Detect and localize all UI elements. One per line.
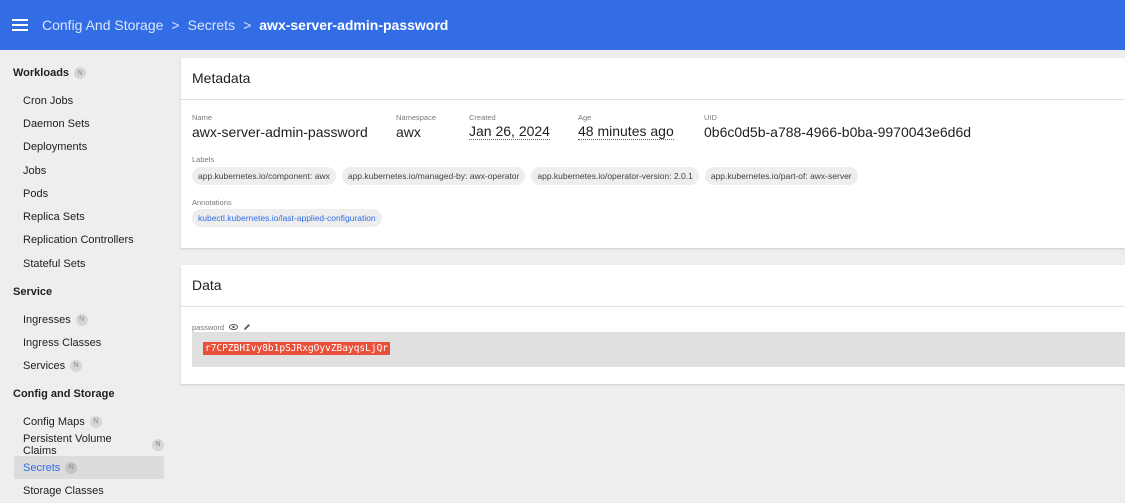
new-badge: N [70,359,83,372]
sidebar-item-replica-sets[interactable]: Replica Sets [14,205,164,228]
namespace-label: Namespace [396,113,437,122]
label-chip: app.kubernetes.io/operator-version: 2.0.… [531,167,699,185]
sidebar-item-label: Ingresses [23,313,71,326]
nav-section-config-and-storage[interactable]: Config and Storage [13,388,114,400]
sidebar-item-label: Replication Controllers [23,233,134,246]
age-label: Age [578,113,592,122]
sidebar-item-label: Jobs [23,164,47,177]
uid-label: UID [704,113,717,122]
top-bar: Config And Storage > Secrets > awx-serve… [0,0,1125,50]
edit-pencil-icon[interactable] [242,322,252,332]
namespace-value: awx [396,124,421,140]
data-card: Data password r7CPZBHIvy8b1pSJRxgOyvZBay… [181,265,1125,384]
password-value[interactable]: r7CPZBHIvy8b1pSJRxgOyvZBayqsLjQr [203,342,391,355]
breadcrumb-config-and-storage[interactable]: Config And Storage [42,17,163,33]
new-badge: N [74,67,87,79]
sidebar-item-config-maps[interactable]: Config Maps N [14,410,164,433]
sidebar-item-jobs[interactable]: Jobs [14,159,164,182]
password-value-box: r7CPZBHIvy8b1pSJRxgOyvZBayqsLjQr [192,332,1125,367]
breadcrumb-secrets[interactable]: Secrets [188,17,235,33]
sidebar-item-deployments[interactable]: Deployments [14,135,164,158]
sidebar-item-label: Secrets [23,461,61,474]
annotations-chip-row: kubectl.kubernetes.io/last-applied-confi… [192,209,382,227]
divider [181,306,1125,307]
hamburger-menu-icon[interactable] [12,19,28,31]
new-badge: N [89,415,102,428]
sidebar-item-label: Daemon Sets [23,117,90,130]
nav-section-workloads[interactable]: Workloads N [13,67,87,79]
breadcrumb-separator: > [171,17,180,33]
labels-label: Labels [192,155,215,164]
nav-section-label: Config and Storage [13,388,115,400]
created-value[interactable]: Jan 26, 2024 [469,124,550,140]
sidebar-item-label: Storage Classes [23,484,104,497]
labels-chip-row: app.kubernetes.io/component: awx app.kub… [192,167,858,185]
sidebar-item-cron-jobs[interactable]: Cron Jobs [14,89,164,112]
sidebar-item-daemon-sets[interactable]: Daemon Sets [14,112,164,135]
sidebar-item-label: Config Maps [23,415,85,428]
sidebar-item-services[interactable]: Services N [14,354,164,377]
label-chip: app.kubernetes.io/component: awx [192,167,336,185]
sidebar-item-label: Services [23,359,66,372]
nav-section-label: Service [13,286,53,298]
uid-value: 0b6c0d5b-a788-4966-b0ba-9970043e6d6d [704,124,972,140]
sidebar-item-label: Replica Sets [23,210,85,223]
new-badge: N [152,438,164,451]
label-chip: app.kubernetes.io/part-of: awx-server [704,167,858,185]
created-label: Created [469,113,496,122]
annotations-label: Annotations [192,198,232,207]
sidebar: Workloads N Cron Jobs Daemon Sets Deploy… [0,50,172,503]
sidebar-item-persistent-volume-claims[interactable]: Persistent Volume Claims N [14,432,164,457]
card-title: Metadata [192,70,251,86]
label-chip: app.kubernetes.io/managed-by: awx-operat… [341,167,526,185]
sidebar-item-label: Stateful Sets [23,257,86,270]
sidebar-item-ingress-classes[interactable]: Ingress Classes [14,331,164,354]
name-value: awx-server-admin-password [192,124,368,140]
name-label: Name [192,113,213,122]
sidebar-item-ingresses[interactable]: Ingresses N [14,308,164,331]
card-title: Data [192,277,222,293]
sidebar-item-storage-classes[interactable]: Storage Classes [14,479,164,502]
sidebar-item-label: Pods [23,187,49,200]
nav-section-label: Workloads [13,67,70,79]
new-badge: N [65,461,78,474]
breadcrumb-current: awx-server-admin-password [259,17,449,33]
sidebar-item-secrets[interactable]: Secrets N [14,456,164,479]
annotation-chip[interactable]: kubectl.kubernetes.io/last-applied-confi… [192,209,382,227]
sidebar-item-stateful-sets[interactable]: Stateful Sets [14,252,164,275]
divider [181,99,1125,100]
sidebar-item-label: Persistent Volume Claims [23,432,112,457]
sidebar-item-label: Ingress Classes [23,336,102,349]
breadcrumb-separator: > [243,17,252,33]
sidebar-item-label: Deployments [23,140,88,153]
sidebar-item-replication-controllers[interactable]: Replication Controllers [14,228,164,251]
metadata-card: Metadata Name awx-server-admin-password … [181,58,1125,248]
sidebar-item-label: Cron Jobs [23,94,74,107]
age-value[interactable]: 48 minutes ago [578,124,674,140]
eye-icon[interactable] [228,322,238,332]
password-label: password [192,322,225,332]
sidebar-item-pods[interactable]: Pods [14,182,164,205]
new-badge: N [75,313,88,326]
nav-section-service[interactable]: Service [13,286,52,298]
password-label-row: password [192,322,252,332]
